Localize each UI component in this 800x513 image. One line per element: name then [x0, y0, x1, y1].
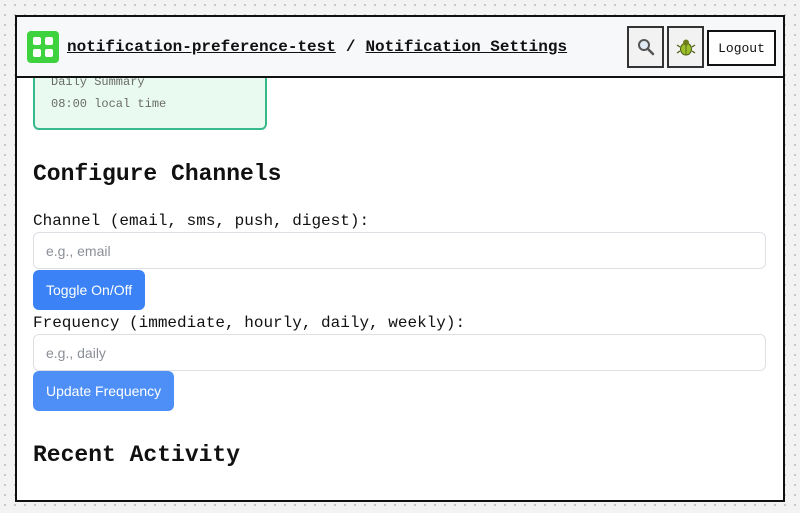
bug-icon: [676, 39, 695, 56]
breadcrumb: notification-preference-test / Notificatio…: [67, 38, 567, 56]
configure-channels-heading: Configure Channels: [33, 161, 282, 187]
recent-activity-heading: Recent Activity: [33, 442, 241, 468]
update-frequency-button[interactable]: Update Frequency: [33, 371, 175, 411]
toggle-channel-button[interactable]: Toggle On/Off: [33, 270, 146, 310]
breadcrumb-separator: /: [345, 38, 356, 56]
channel-input[interactable]: [33, 232, 766, 269]
frequency-label: Frequency (immediate, hourly, daily, wee…: [33, 314, 466, 332]
logout-button[interactable]: Logout: [707, 30, 776, 66]
app-logo-icon[interactable]: [27, 31, 59, 63]
top-bar: notification-preference-test / Notificatio…: [17, 17, 783, 78]
search-icon: [637, 39, 654, 56]
frequency-input[interactable]: [33, 334, 766, 371]
main-content: Daily Summary 08:00 local time Configure…: [17, 58, 783, 500]
channel-label: Channel (email, sms, push, digest):: [33, 212, 370, 230]
app-window: notification-preference-test / Notificatio…: [15, 15, 785, 502]
breadcrumb-project-link[interactable]: notification-preference-test: [67, 38, 336, 56]
summary-card-time: 08:00 local time: [51, 97, 167, 111]
debug-button[interactable]: [667, 26, 704, 68]
search-button[interactable]: [627, 26, 664, 68]
breadcrumb-page-link[interactable]: Notification Settings: [365, 38, 567, 56]
